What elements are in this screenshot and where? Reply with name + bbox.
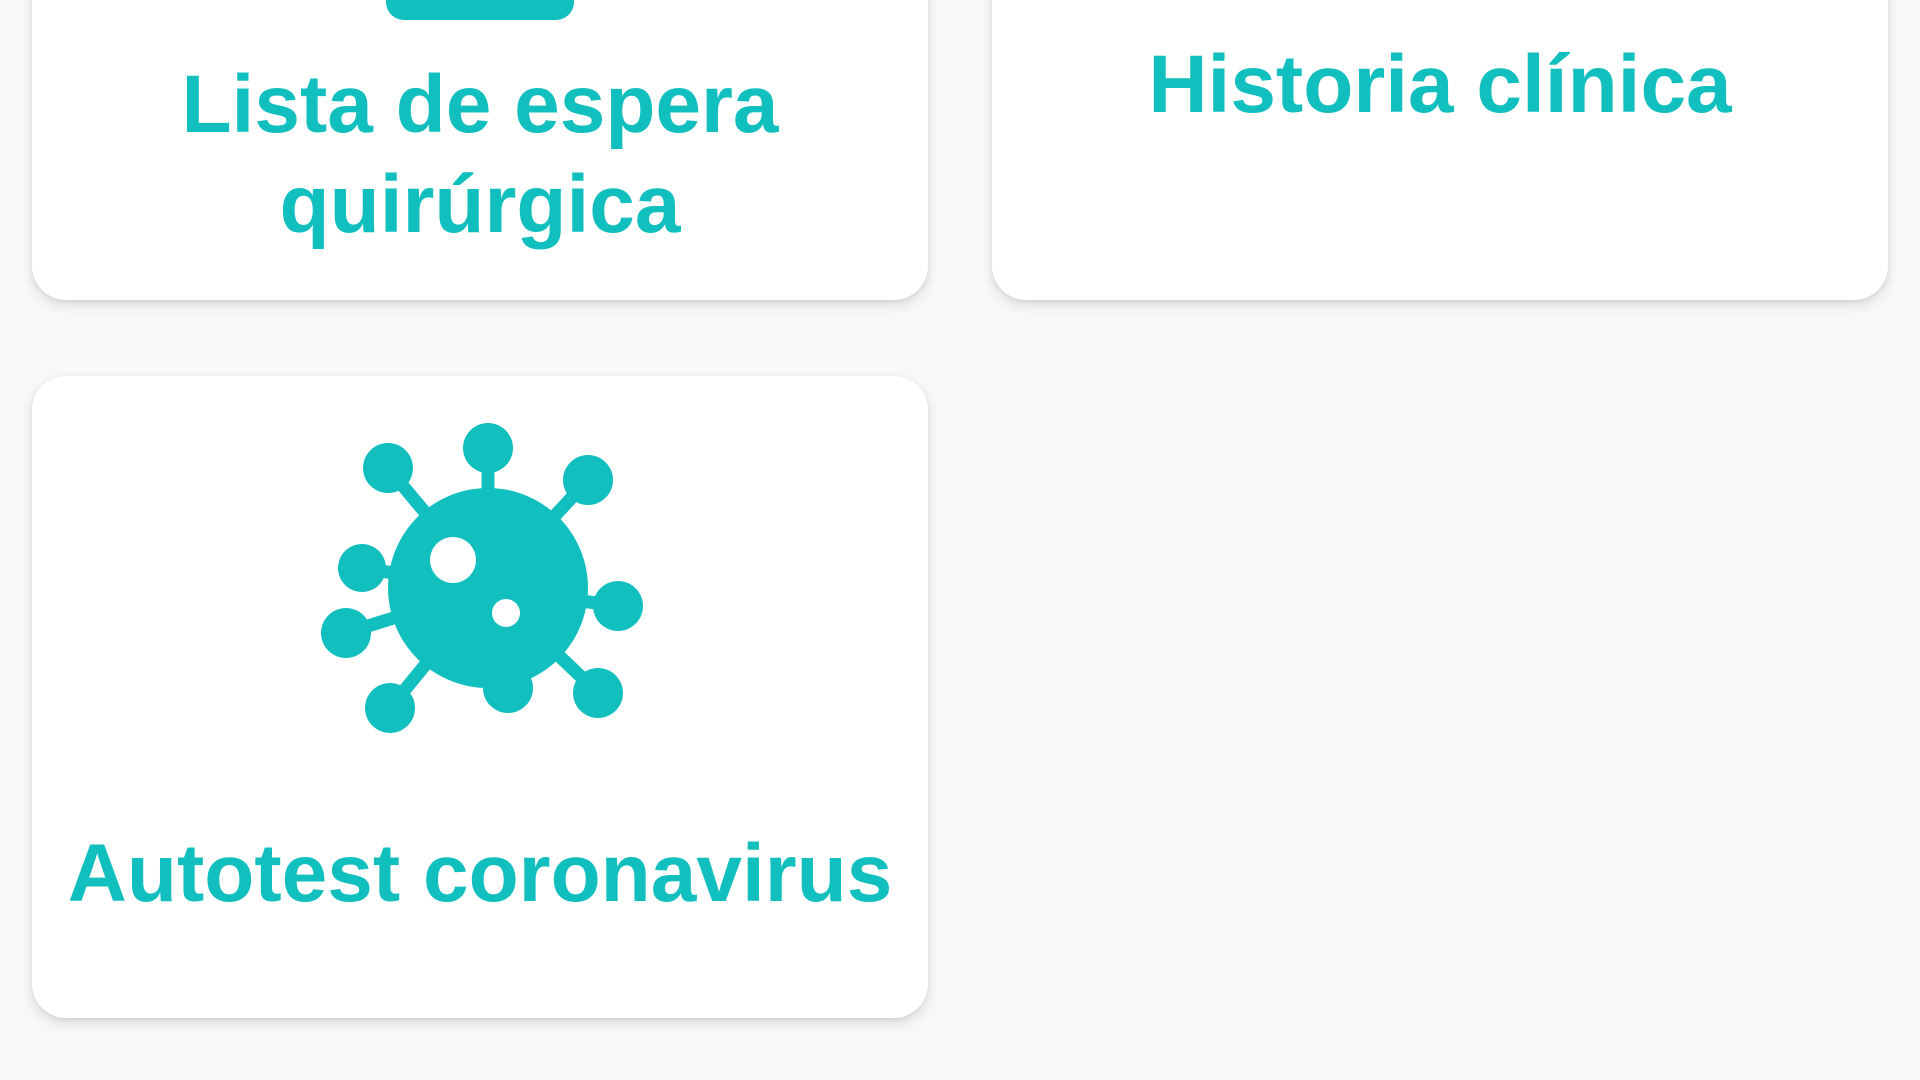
medical-history-label: Historia clínica — [1148, 39, 1732, 130]
surgical-waitlist-card[interactable]: Lista de espera quirúrgica — [32, 0, 928, 300]
virus-icon — [321, 423, 643, 733]
coronavirus-selftest-label: Autotest coronavirus — [67, 828, 893, 919]
coronavirus-selftest-card[interactable]: Autotest coronavirus — [32, 376, 928, 1018]
clipboard-icon — [386, 0, 574, 20]
medical-history-card[interactable]: Historia clínica — [992, 0, 1888, 300]
menu-grid: Lista de espera quirúrgica Historia clín… — [0, 0, 1920, 1080]
surgical-waitlist-label: Lista de espera quirúrgica — [181, 59, 779, 250]
